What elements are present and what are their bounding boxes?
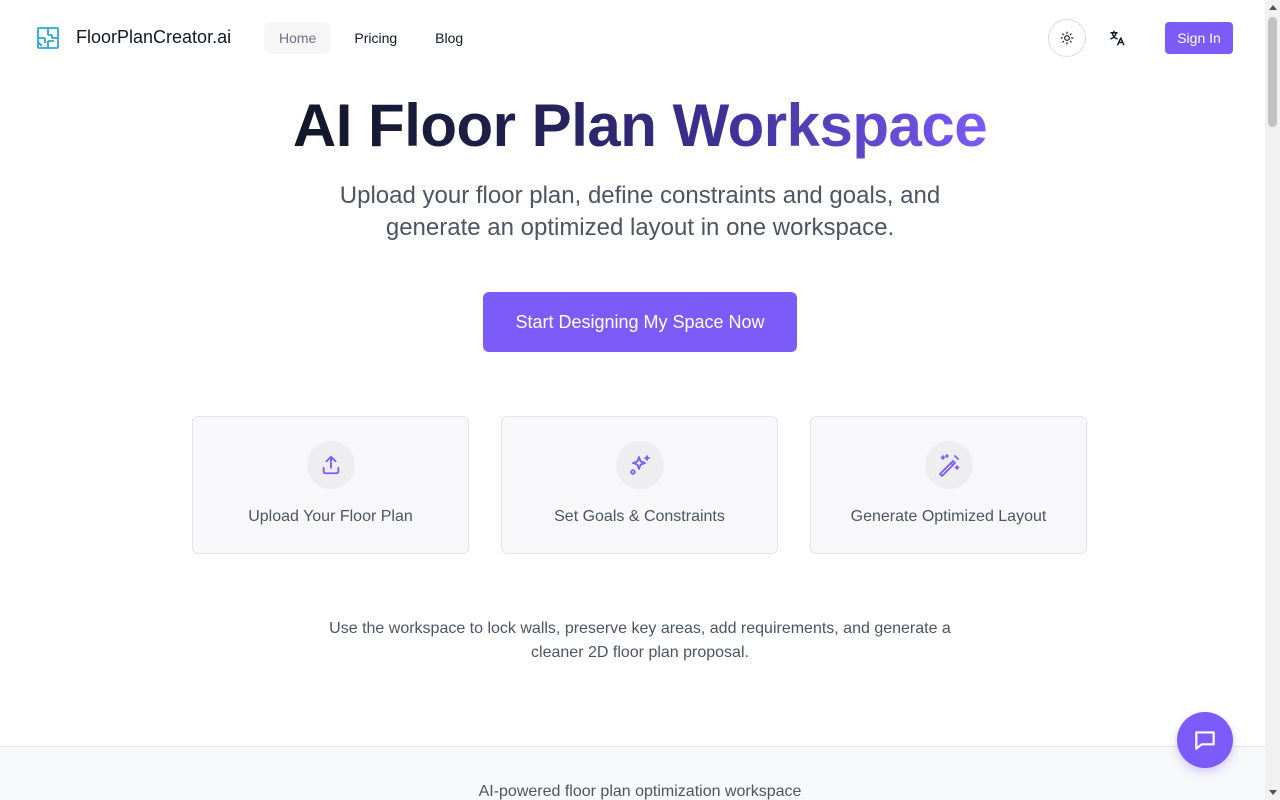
translate-icon [1110, 30, 1125, 46]
floor-plan-logo-icon[interactable] [36, 26, 60, 50]
scroll-up-arrow[interactable] [1265, 0, 1280, 15]
brand-name[interactable]: FloorPlanCreator.ai [76, 27, 231, 48]
feature-cards: Upload Your Floor Plan Set Goals & Const… [192, 416, 1087, 554]
footer-tagline: AI-powered floor plan optimization works… [478, 783, 802, 800]
upload-icon [322, 455, 340, 475]
sign-in-button[interactable]: Sign In [1165, 22, 1233, 54]
magic-wand-icon [939, 454, 960, 477]
feature-card-upload: Upload Your Floor Plan [192, 416, 469, 554]
main-nav: Home Pricing Blog [264, 22, 478, 54]
language-button[interactable] [1101, 22, 1133, 54]
page-scrollbar[interactable] [1265, 0, 1280, 800]
feature-icon-circle [925, 441, 973, 489]
page: FloorPlanCreator.ai Home Pricing Blog Si… [0, 0, 1265, 800]
feature-card-generate: Generate Optimized Layout [810, 416, 1087, 554]
nav-blog[interactable]: Blog [420, 22, 478, 54]
hero-title: AI Floor Plan Workspace [292, 92, 988, 159]
feature-label: Generate Optimized Layout [850, 508, 1047, 525]
nav-pricing[interactable]: Pricing [339, 22, 412, 54]
workspace-description: Use the workspace to lock walls, preserv… [329, 620, 951, 661]
hero-subtitle: Upload your floor plan, define constrain… [339, 182, 941, 241]
feature-label: Set Goals & Constraints [554, 508, 725, 525]
sun-icon [1060, 31, 1074, 45]
chat-bubble-icon [1195, 731, 1215, 750]
feature-icon-circle [307, 441, 355, 489]
site-header: FloorPlanCreator.ai Home Pricing Blog Si… [0, 0, 1265, 76]
sparkles-icon [630, 455, 650, 475]
scroll-down-arrow[interactable] [1265, 785, 1280, 800]
start-designing-button[interactable]: Start Designing My Space Now [483, 292, 797, 352]
nav-home[interactable]: Home [264, 22, 332, 54]
feature-card-goals: Set Goals & Constraints [501, 416, 778, 554]
site-footer: AI-powered floor plan optimization works… [0, 746, 1265, 800]
feature-icon-circle [616, 441, 664, 489]
chat-button[interactable] [1177, 712, 1233, 768]
scrollbar-thumb[interactable] [1268, 17, 1277, 127]
theme-toggle-button[interactable] [1048, 19, 1086, 57]
feature-label: Upload Your Floor Plan [248, 508, 413, 525]
